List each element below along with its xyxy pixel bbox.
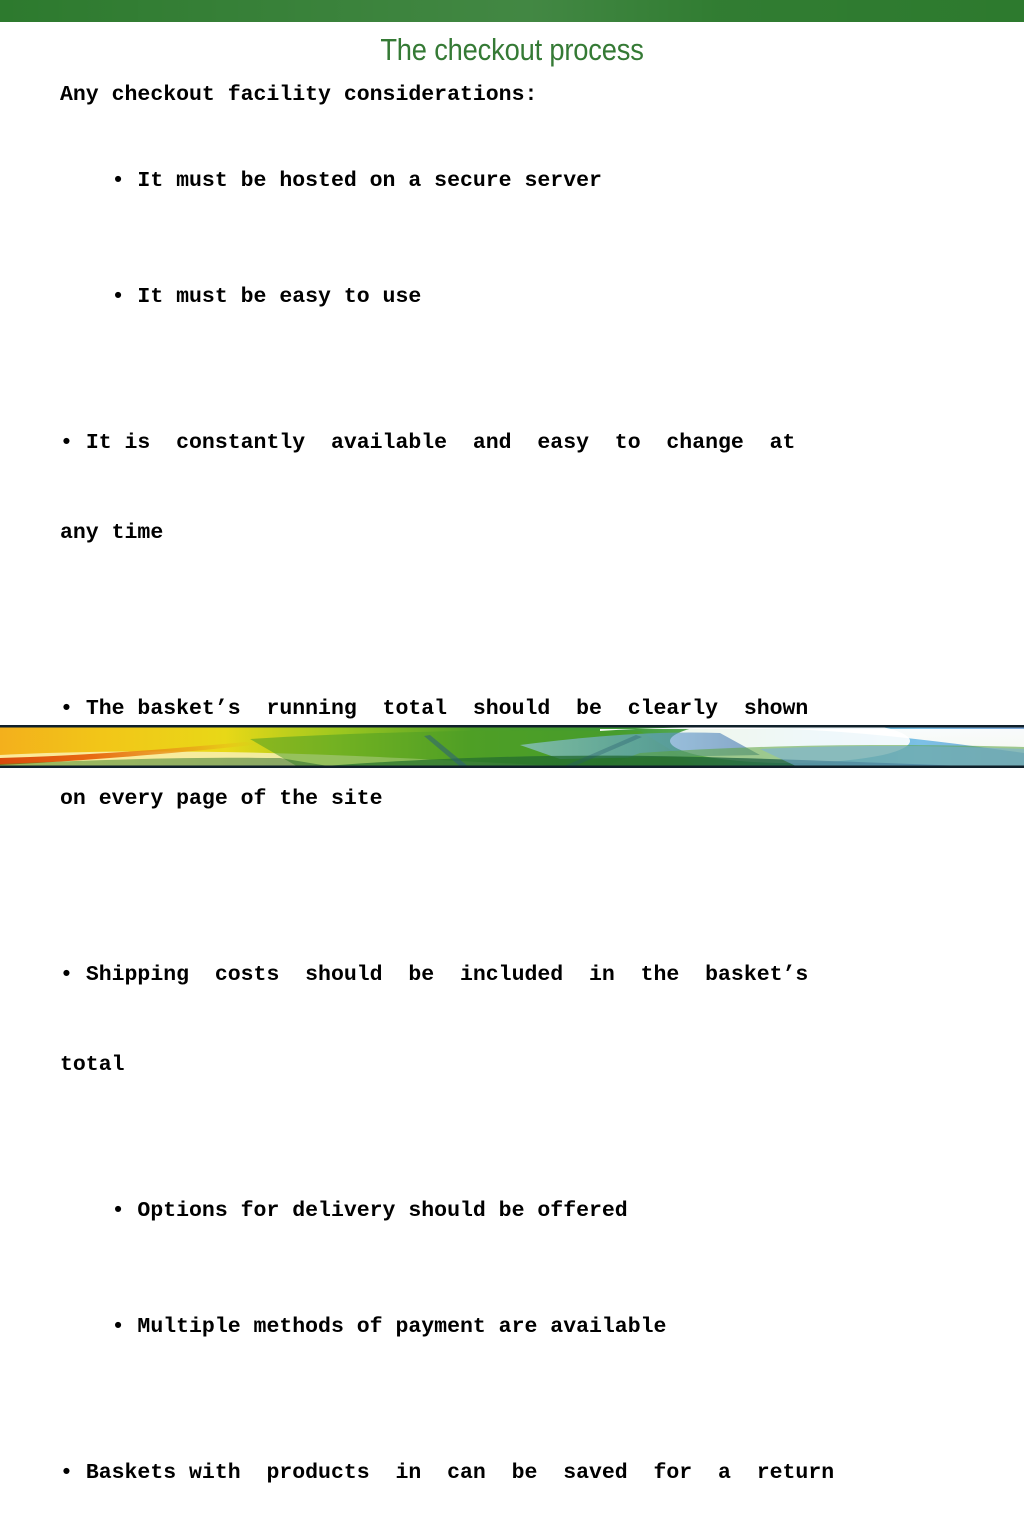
list-item: • Options for delivery should be offered: [60, 1166, 966, 1256]
list-item: • It must be hosted on a secure server: [60, 136, 966, 226]
lead-paragraph: Any checkout facility considerations:: [60, 83, 538, 107]
list-item-text: Multiple methods of payment are availabl…: [137, 1315, 667, 1339]
list-item-text: Baskets with products in can be saved fo…: [85, 1461, 835, 1485]
list-item-text: Shipping costs should be included in the…: [85, 963, 809, 987]
list-item: • It must be easy to use: [60, 252, 966, 342]
list-item-line-continued: on every page of the site: [60, 787, 383, 811]
slide-body: Any checkout facility considerations: • …: [60, 80, 966, 1536]
list-item-line: • The basket’s running total should be c…: [60, 694, 966, 724]
list-item: • It is constantly available and easy to…: [60, 368, 966, 608]
list-item-line: • Baskets with products in can be saved …: [60, 1458, 966, 1488]
bullet-marker: •: [111, 1199, 125, 1223]
bullet-marker: •: [60, 1461, 73, 1485]
bullet-marker: •: [111, 1315, 125, 1339]
list-item-text: It must be easy to use: [137, 285, 422, 309]
list-item-text: The basket’s running total should be cle…: [85, 697, 809, 721]
list-item: • Multiple methods of payment are availa…: [60, 1282, 966, 1372]
bullet-marker: •: [60, 697, 73, 721]
top-accent-bar: [0, 0, 1024, 22]
footer-decoration-art: [0, 725, 1024, 768]
page-title: The checkout process: [380, 32, 644, 67]
top-accent-bar-sheen: [0, 0, 1024, 22]
bullet-marker: •: [111, 169, 125, 193]
footer-decoration: [0, 725, 1024, 768]
bullet-marker: •: [111, 285, 125, 309]
list-item-line-continued: total: [60, 1053, 125, 1077]
list-item: • Shipping costs should be included in t…: [60, 900, 966, 1140]
list-item-text: It is constantly available and easy to c…: [85, 431, 796, 455]
list-item-line-continued: any time: [60, 521, 164, 545]
list-item-text: Options for delivery should be offered: [137, 1199, 628, 1223]
list-item-line: • Shipping costs should be included in t…: [60, 960, 966, 990]
list-item-line: • It is constantly available and easy to…: [60, 428, 966, 458]
list-item: • Baskets with products in can be saved …: [60, 1398, 966, 1536]
bullet-marker: •: [60, 431, 73, 455]
bullet-marker: •: [60, 963, 73, 987]
list-item-text: It must be hosted on a secure server: [137, 169, 602, 193]
